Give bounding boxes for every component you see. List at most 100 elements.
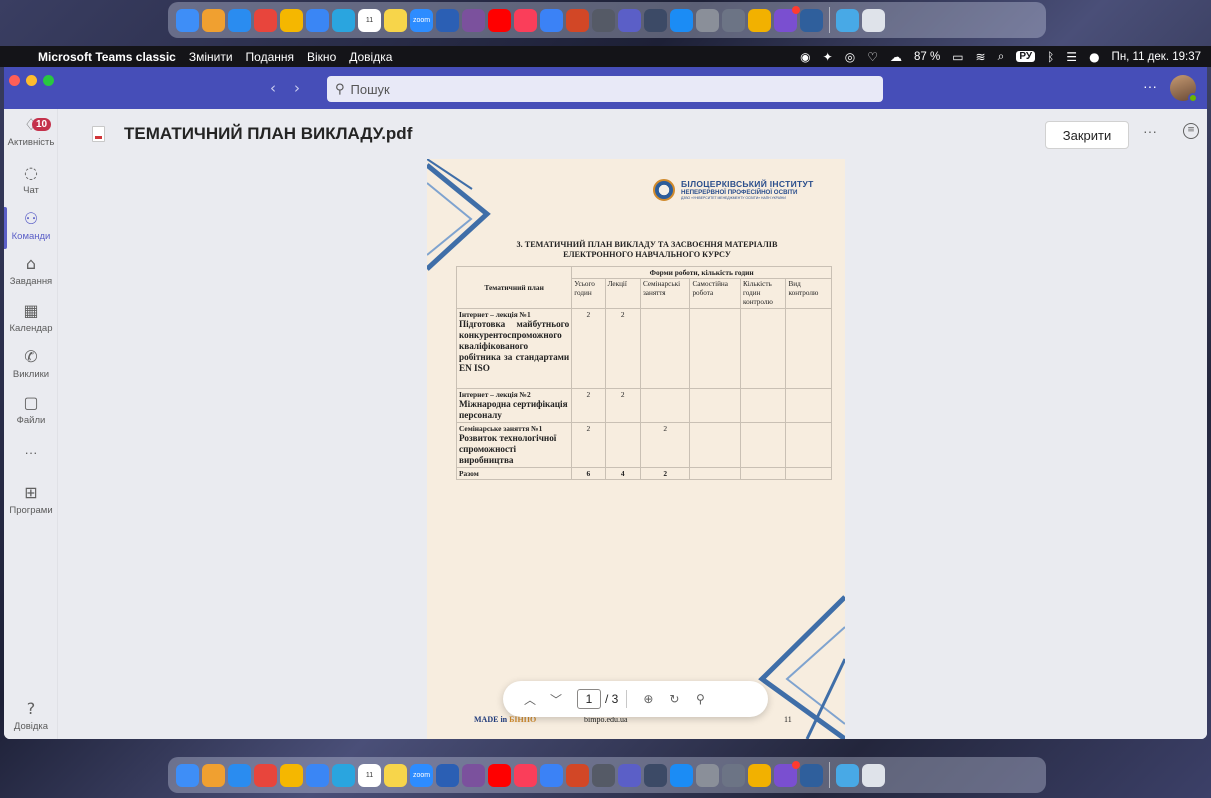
rotate-icon[interactable]: ↻ xyxy=(661,692,687,706)
control-center-icon[interactable]: ☰ xyxy=(1066,50,1077,64)
finder-icon[interactable] xyxy=(176,8,199,32)
rail-item-files[interactable]: ▢ Файли xyxy=(4,393,58,426)
forward-arrow-icon[interactable]: › xyxy=(294,79,300,97)
launchpad-icon[interactable] xyxy=(202,763,225,787)
photos-icon[interactable] xyxy=(280,8,303,32)
trash-icon[interactable] xyxy=(862,8,885,32)
chatgpt-status-icon[interactable]: ✦ xyxy=(823,50,833,64)
preview-icon[interactable] xyxy=(722,763,745,787)
viber-icon[interactable] xyxy=(462,763,485,787)
safari-icon[interactable] xyxy=(228,763,251,787)
chrome-icon[interactable] xyxy=(254,8,277,32)
notes-icon[interactable] xyxy=(384,763,407,787)
downloads-folder-icon[interactable] xyxy=(836,763,859,787)
telegram-icon[interactable] xyxy=(332,8,355,32)
notes-icon[interactable] xyxy=(384,8,407,32)
appstore-icon[interactable] xyxy=(670,763,693,787)
rail-item-calendar[interactable]: ▦ Календар xyxy=(4,301,58,334)
calculator-icon[interactable] xyxy=(592,763,615,787)
rail-item-apps[interactable]: ⊞ Програми xyxy=(4,483,58,516)
remote-desktop-icon[interactable] xyxy=(800,763,823,787)
page-number-input[interactable]: 1 xyxy=(577,689,601,709)
keyboard-layout-indicator[interactable]: РУ xyxy=(1016,51,1036,62)
settings-more-button[interactable]: ··· xyxy=(1143,78,1157,94)
battery-percent[interactable]: 87 % xyxy=(914,51,940,63)
youtube-icon[interactable] xyxy=(488,763,511,787)
avatar[interactable] xyxy=(1170,75,1198,103)
youtube-icon[interactable] xyxy=(488,8,511,32)
pdf-viewer[interactable]: БІЛОЦЕРКІВСЬКИЙ ІНСТИТУТ НЕПЕРЕРВНОЇ ПРО… xyxy=(58,159,1207,739)
rail-more-button[interactable]: ··· xyxy=(4,445,58,460)
teams-icon[interactable] xyxy=(618,8,641,32)
system-prefs-icon[interactable] xyxy=(696,8,719,32)
appstore-icon[interactable] xyxy=(670,8,693,32)
downloads-folder-icon[interactable] xyxy=(836,8,859,32)
viber2-icon[interactable] xyxy=(774,5,800,32)
viber2-icon[interactable] xyxy=(774,760,800,787)
word-icon[interactable] xyxy=(436,8,459,32)
system-prefs-icon[interactable] xyxy=(696,763,719,787)
preview-icon[interactable] xyxy=(722,8,745,32)
settings-icon[interactable] xyxy=(644,763,667,787)
cloud-status-icon[interactable]: ☁ xyxy=(890,50,902,64)
minimize-window-button[interactable] xyxy=(26,75,37,86)
finder-icon[interactable] xyxy=(176,763,199,787)
calculator-icon[interactable] xyxy=(592,8,615,32)
music-icon[interactable] xyxy=(514,8,537,32)
chatgpt-icon[interactable] xyxy=(540,763,563,787)
rail-item-teams[interactable]: ⚇ Команди xyxy=(4,209,58,242)
shield-status-icon[interactable]: ◉ xyxy=(800,50,810,64)
word-icon[interactable] xyxy=(436,763,459,787)
rail-item-activity[interactable]: ♢ Активність 10 xyxy=(4,115,58,148)
menu-clock[interactable]: Пн, 11 дек. 19:37 xyxy=(1112,51,1201,63)
next-page-icon[interactable]: ﹀ xyxy=(543,691,569,708)
teams-icon[interactable] xyxy=(618,763,641,787)
rail-item-tasks[interactable]: ⌂ Завдання xyxy=(4,254,58,287)
bluetooth-icon[interactable]: ᛒ xyxy=(1047,50,1054,64)
photos-icon[interactable] xyxy=(280,763,303,787)
zoom-window-button[interactable] xyxy=(43,75,54,86)
rail-item-calls[interactable]: ✆ Виклики xyxy=(4,347,58,380)
wifi-icon[interactable]: ≋ xyxy=(976,50,986,64)
mail-icon[interactable] xyxy=(306,8,329,32)
powerpoint-icon[interactable] xyxy=(566,8,589,32)
chatgpt-icon[interactable] xyxy=(540,8,563,32)
spotlight-icon[interactable]: ⌕ xyxy=(998,49,1005,64)
photobooth-icon[interactable] xyxy=(748,763,771,787)
menu-help[interactable]: Довідка xyxy=(349,50,392,64)
menu-app-name[interactable]: Microsoft Teams classic xyxy=(38,50,176,64)
back-arrow-icon[interactable]: ‹ xyxy=(270,79,276,97)
rail-item-chat[interactable]: ◌ Чат xyxy=(4,163,58,196)
close-button[interactable]: Закрити xyxy=(1045,121,1129,149)
launchpad-icon[interactable] xyxy=(202,8,225,32)
zoom-icon[interactable]: zoom xyxy=(410,763,433,787)
menu-view[interactable]: Подання xyxy=(246,50,294,64)
siri-icon[interactable]: ● xyxy=(1089,50,1099,64)
telegram-icon[interactable] xyxy=(332,763,355,787)
trash-icon[interactable] xyxy=(862,763,885,787)
photobooth-icon[interactable] xyxy=(748,8,771,32)
safari-icon[interactable] xyxy=(228,8,251,32)
zoom-icon[interactable]: zoom xyxy=(410,8,433,32)
remote-desktop-icon[interactable] xyxy=(800,8,823,32)
rail-item-help[interactable]: ? Довідка xyxy=(4,699,58,732)
powerpoint-icon[interactable] xyxy=(566,763,589,787)
calendar-icon[interactable]: 11 xyxy=(358,8,381,32)
find-icon[interactable]: ⚲ xyxy=(687,692,713,706)
zoom-in-icon[interactable]: ⊕ xyxy=(635,692,661,706)
prev-page-icon[interactable]: ︿ xyxy=(517,691,543,708)
music-icon[interactable] xyxy=(514,763,537,787)
battery-icon[interactable]: ▭ xyxy=(952,50,963,64)
settings-icon[interactable] xyxy=(644,8,667,32)
menu-window[interactable]: Вікно xyxy=(307,50,336,64)
menu-edit[interactable]: Змінити xyxy=(189,50,233,64)
close-window-button[interactable] xyxy=(9,75,20,86)
vpn-status-icon[interactable]: ◎ xyxy=(845,50,855,64)
viber-icon[interactable] xyxy=(462,8,485,32)
search-input[interactable]: ⚲ Пошук xyxy=(327,76,883,102)
conversation-icon[interactable]: ≡ xyxy=(1183,123,1199,139)
mail-icon[interactable] xyxy=(306,763,329,787)
calendar-icon[interactable]: 11 xyxy=(358,763,381,787)
chrome-icon[interactable] xyxy=(254,763,277,787)
more-options-button[interactable]: ··· xyxy=(1143,123,1157,139)
